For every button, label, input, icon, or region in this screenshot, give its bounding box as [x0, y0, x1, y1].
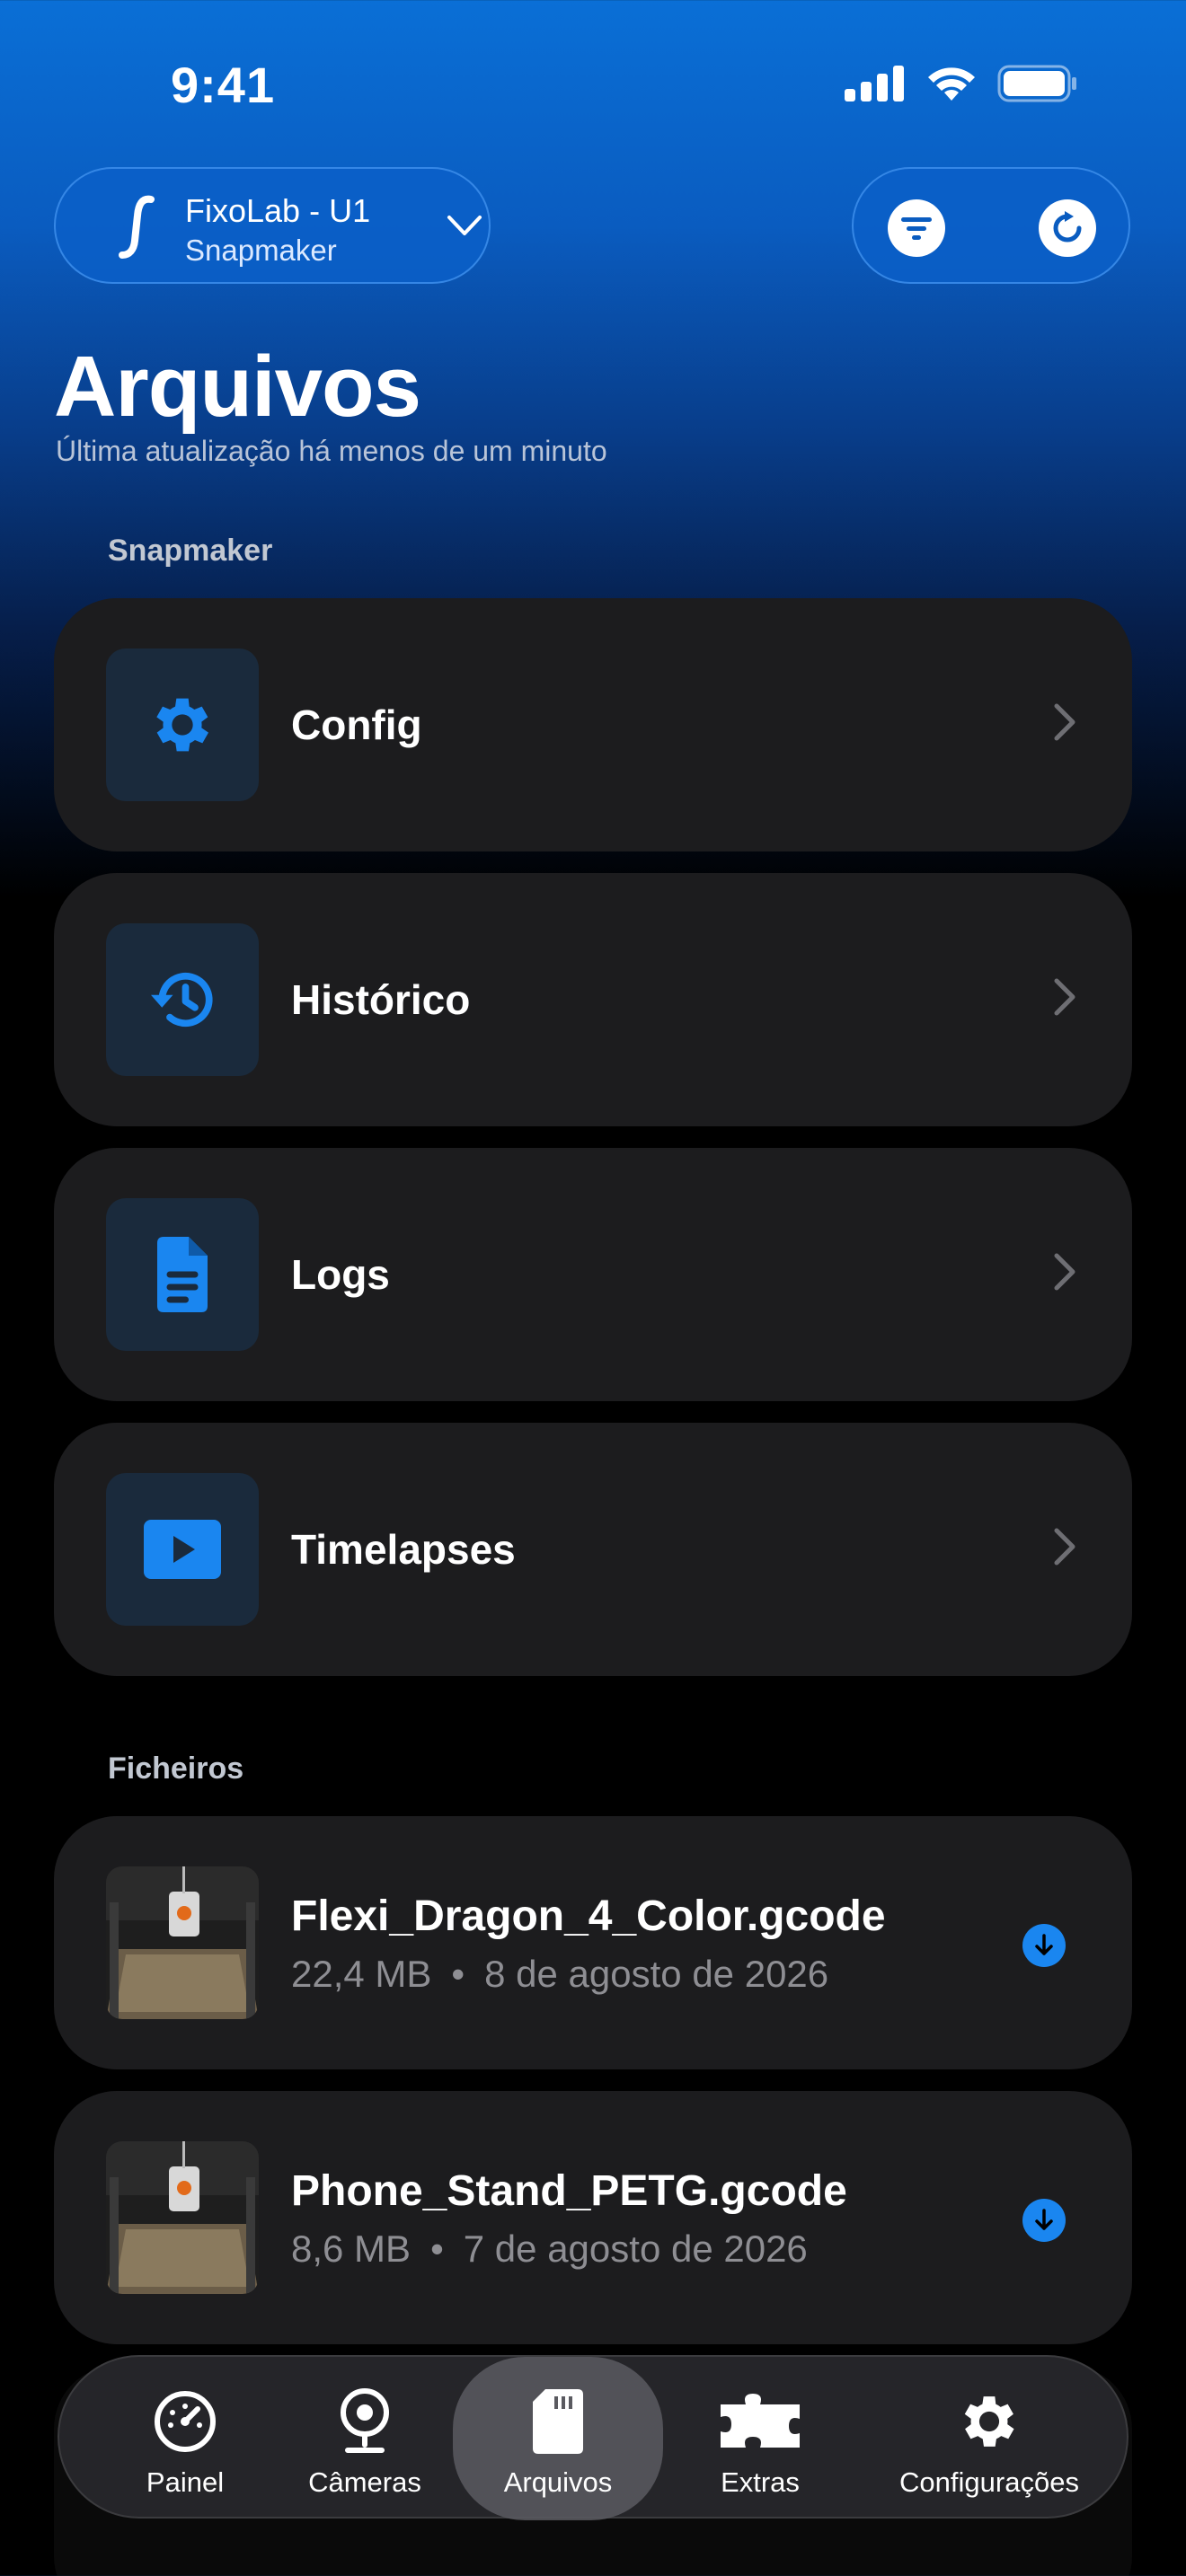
cellular-signal-icon: [845, 66, 904, 101]
meta-separator: •: [451, 1953, 465, 1995]
printer-thumbnail-image: [106, 1866, 259, 2019]
download-arrow-icon: [1035, 1934, 1053, 1955]
webcam-icon: [341, 2388, 389, 2453]
tab-arquivos[interactable]: Arquivos: [453, 2357, 663, 2520]
tab-configuracoes[interactable]: Configurações: [868, 2357, 1111, 2520]
printer-logo-icon: [119, 195, 155, 259]
file-name: Phone_Stand_PETG.gcode: [291, 2167, 847, 2215]
refresh-button[interactable]: [1039, 199, 1096, 257]
folder-label: Logs: [291, 1251, 390, 1298]
file-size: 22,4 MB: [291, 1953, 432, 1995]
wifi-icon: [928, 67, 975, 101]
folder-label: Histórico: [291, 976, 471, 1023]
last-updated-text: Última atualização há menos de um minuto: [56, 435, 607, 467]
chevron-right-icon: [1054, 1528, 1075, 1566]
gauge-icon: [155, 2391, 216, 2452]
tab-label: Configurações: [899, 2466, 1079, 2498]
file-row[interactable]: Flexi_Dragon_4_Color.gcode 22,4 MB • 8 d…: [54, 1816, 1132, 2069]
printer-selector[interactable]: FixoLab - U1 Snapmaker: [54, 167, 491, 284]
chevron-right-icon: [1054, 703, 1075, 741]
play-icon: [144, 1520, 221, 1579]
gear-icon: [964, 2396, 1014, 2447]
file-row[interactable]: Phone_Stand_PETG.gcode 8,6 MB • 7 de ago…: [54, 2091, 1132, 2344]
status-icons: [845, 65, 1078, 102]
file-meta: 22,4 MB • 8 de agosto de 2026: [291, 1953, 828, 1996]
folder-icon-box: [106, 1473, 259, 1626]
tab-label: Arquivos: [503, 2466, 613, 2498]
section-label-folders: Snapmaker: [108, 534, 273, 568]
page-title: Arquivos: [54, 339, 421, 435]
meta-separator: •: [430, 2228, 444, 2270]
file-thumbnail: [106, 2141, 259, 2294]
gear-icon: [156, 698, 208, 752]
printer-name: FixoLab - U1: [185, 192, 371, 229]
sd-card-icon: [533, 2389, 583, 2454]
filter-button[interactable]: [888, 199, 945, 257]
folder-icon-box: [106, 923, 259, 1076]
chevron-down-icon: [447, 216, 482, 235]
puzzle-icon: [721, 2394, 800, 2448]
file-thumbnail: [106, 1866, 259, 2019]
tab-painel[interactable]: Painel: [95, 2357, 275, 2520]
folder-row-config[interactable]: Config: [54, 598, 1132, 851]
tab-extras[interactable]: Extras: [670, 2357, 850, 2520]
file-meta: 8,6 MB • 7 de agosto de 2026: [291, 2228, 808, 2271]
chevron-right-icon: [1054, 1253, 1075, 1291]
folder-label: Timelapses: [291, 1526, 516, 1573]
section-label-files: Ficheiros: [108, 1751, 244, 1786]
folder-label: Config: [291, 701, 422, 748]
tab-label: Extras: [721, 2466, 800, 2498]
download-arrow-icon: [1035, 2209, 1053, 2230]
file-date: 8 de agosto de 2026: [484, 1953, 829, 1995]
folder-icon-box: [106, 648, 259, 801]
status-bar: 9:41: [0, 0, 1186, 171]
download-button[interactable]: [1022, 1924, 1066, 1967]
file-date: 7 de agosto de 2026: [463, 2228, 808, 2270]
header-actions: [852, 167, 1130, 284]
tab-label: Câmeras: [308, 2466, 421, 2498]
printer-model: Snapmaker: [185, 234, 337, 267]
file-size: 8,6 MB: [291, 2228, 412, 2270]
history-icon: [151, 972, 213, 1028]
download-button[interactable]: [1022, 2199, 1066, 2242]
chevron-right-icon: [1054, 978, 1075, 1016]
status-time: 9:41: [171, 57, 276, 113]
printer-thumbnail-image: [106, 2141, 259, 2294]
document-icon: [157, 1237, 208, 1312]
tab-cameras[interactable]: Câmeras: [275, 2357, 455, 2520]
refresh-icon: [1053, 211, 1082, 243]
filter-icon: [901, 217, 932, 240]
tab-bar: Painel Câmeras Arquivos Extras Configura…: [58, 2355, 1128, 2520]
battery-icon: [997, 65, 1076, 102]
folder-row-logs[interactable]: Logs: [54, 1148, 1132, 1401]
folder-icon-box: [106, 1198, 259, 1351]
folder-row-historico[interactable]: Histórico: [54, 873, 1132, 1126]
file-name: Flexi_Dragon_4_Color.gcode: [291, 1892, 886, 1940]
tab-label: Painel: [146, 2466, 225, 2498]
folder-row-timelapses[interactable]: Timelapses: [54, 1423, 1132, 1676]
